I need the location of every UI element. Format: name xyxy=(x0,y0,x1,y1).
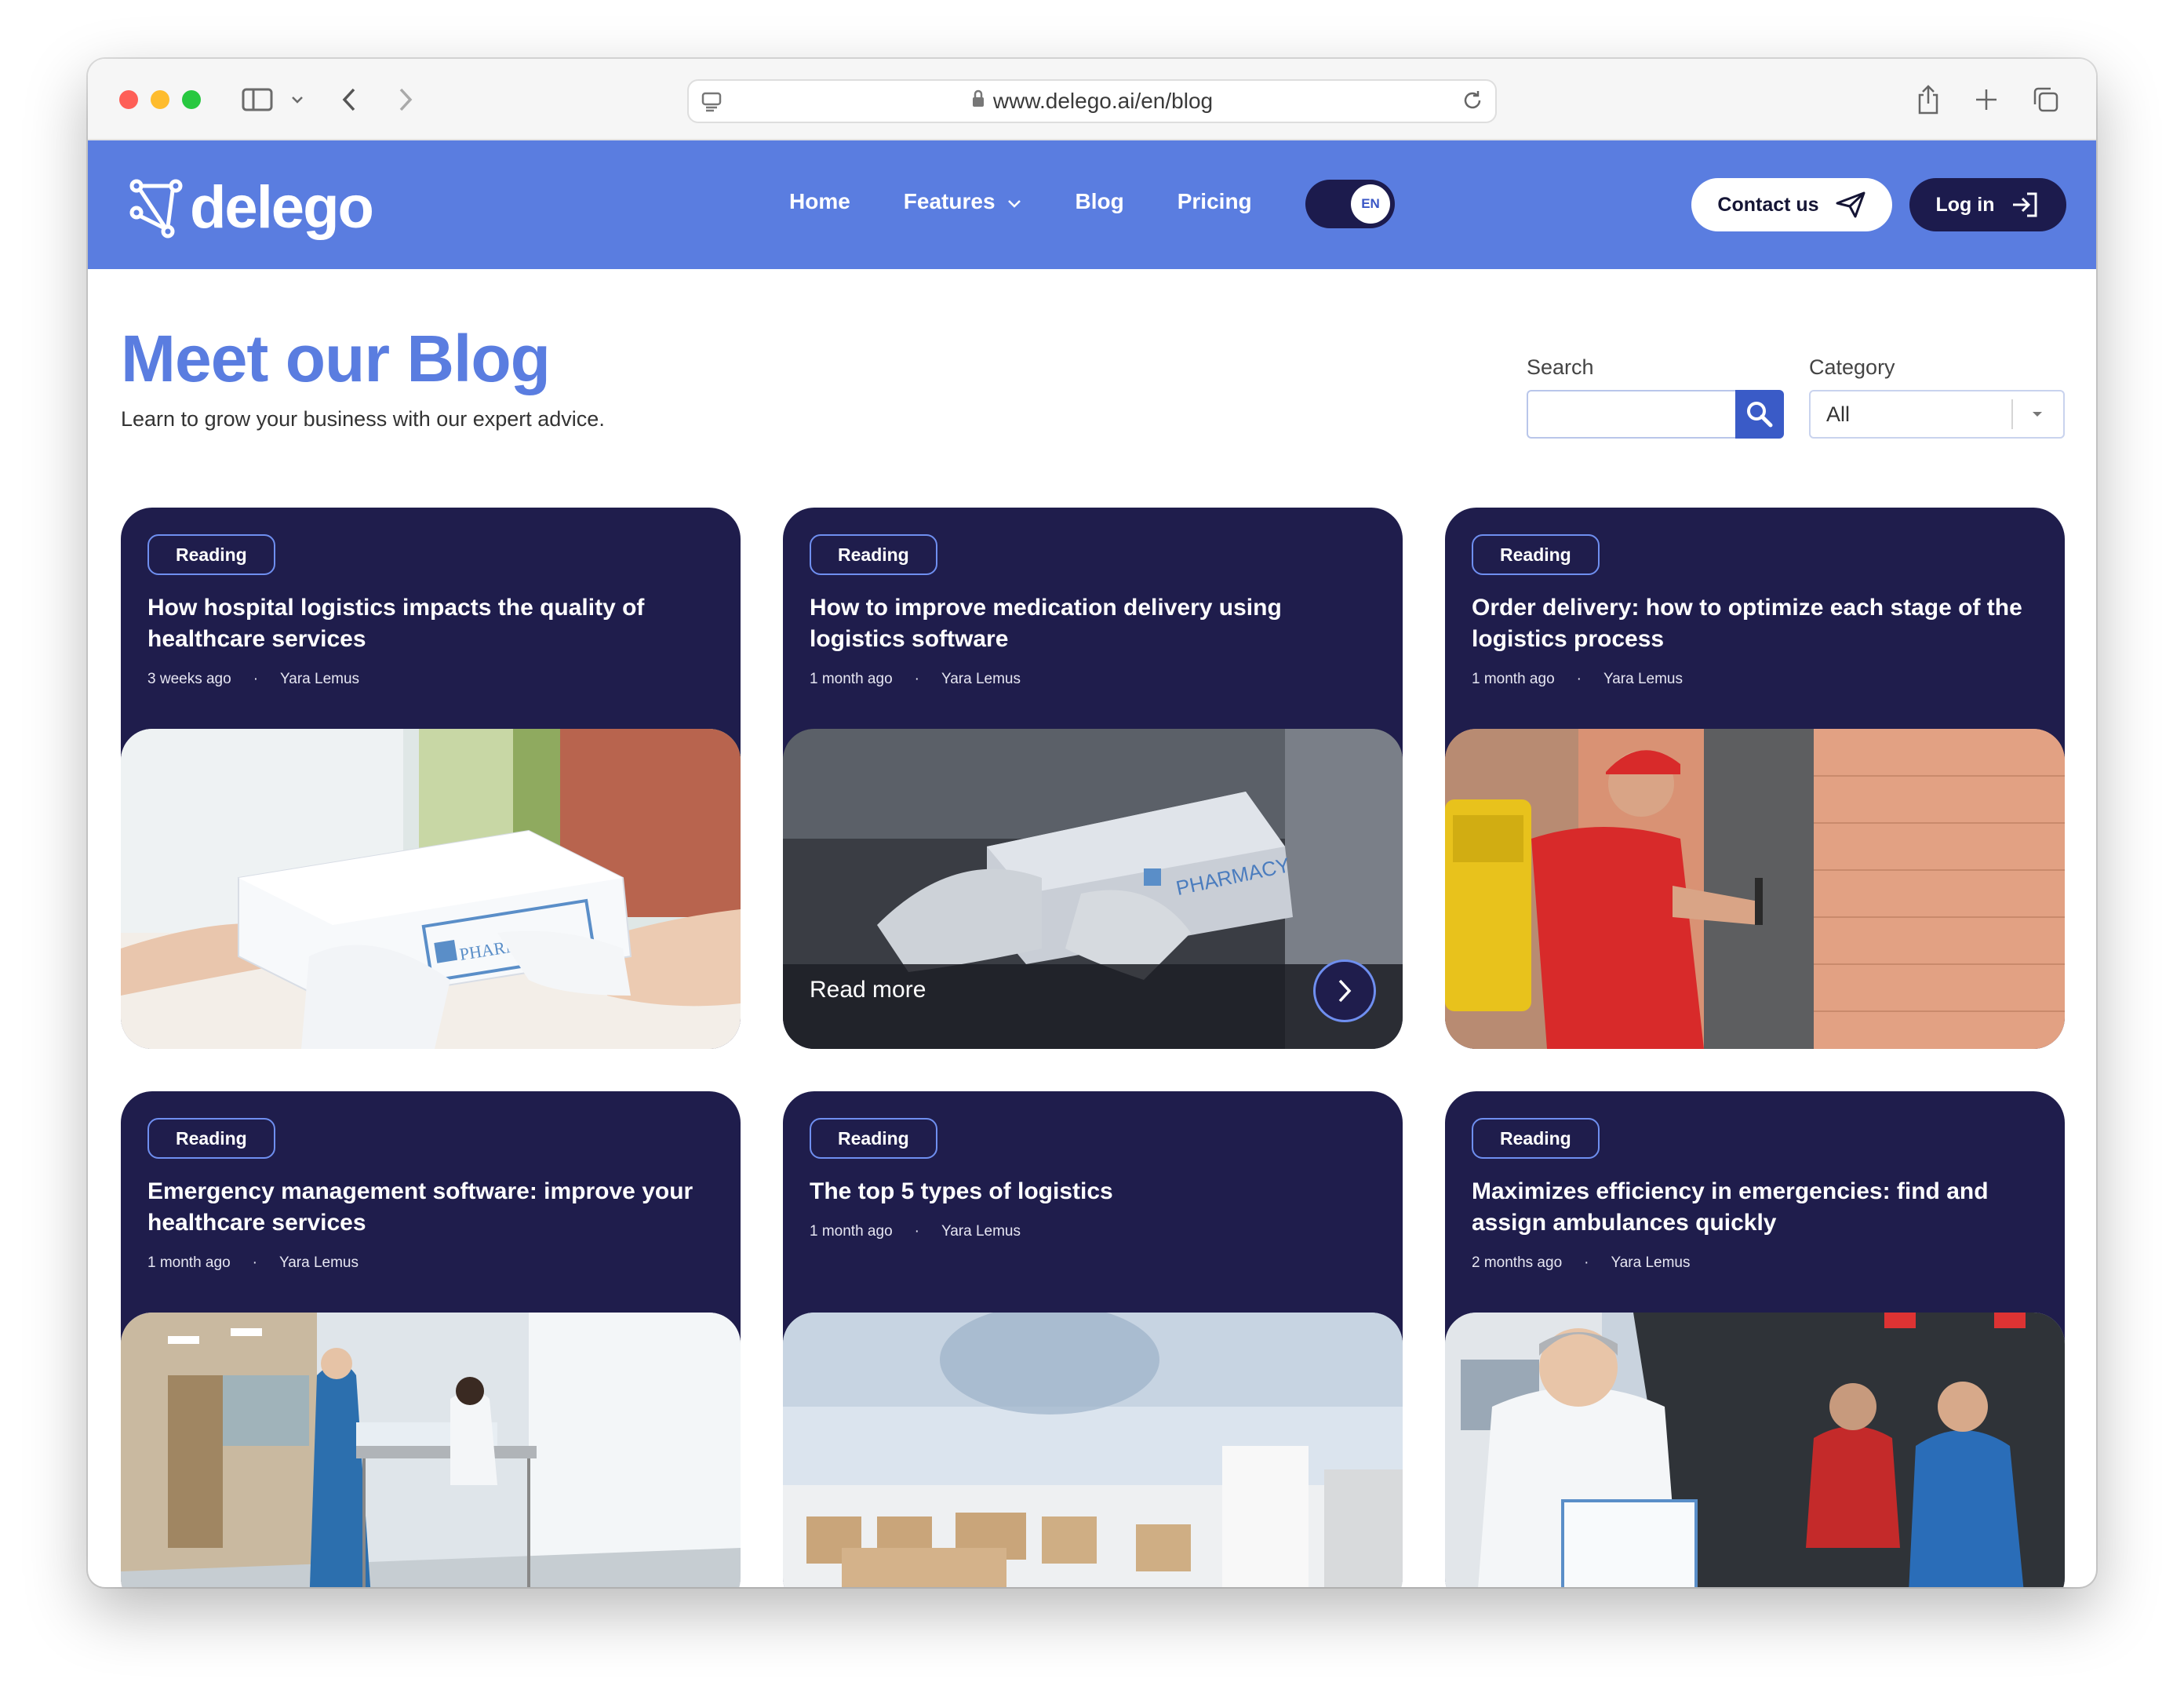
browser-window: www.delego.ai/en/blog delego Home Featur… xyxy=(88,59,2096,1587)
address-bar[interactable]: www.delego.ai/en/blog xyxy=(687,79,1497,123)
language-toggle[interactable]: EN xyxy=(1305,180,1395,228)
nav-features-label: Features xyxy=(903,189,996,213)
page-menu-icon[interactable] xyxy=(700,90,723,119)
card-title[interactable]: Emergency management software: improve y… xyxy=(147,1176,704,1239)
tab-overview-icon[interactable] xyxy=(2032,86,2060,114)
blog-card[interactable]: Reading How to improve medication delive… xyxy=(783,508,1403,1049)
back-arrow-icon[interactable] xyxy=(340,86,358,114)
card-meta: 3 weeks ago · Yara Lemus xyxy=(147,671,359,688)
card-meta: 1 month ago · Yara Lemus xyxy=(810,671,1021,688)
blog-card[interactable]: Reading The top 5 types of logistics 1 m… xyxy=(783,1091,1403,1587)
card-image-courier-delivery[interactable] xyxy=(1445,729,2065,1049)
log-in-button[interactable]: Log in xyxy=(1909,178,2066,231)
category-value: All xyxy=(1826,402,1851,426)
search-button[interactable] xyxy=(1735,390,1784,439)
browser-toolbar: www.delego.ai/en/blog xyxy=(88,59,2096,140)
main-nav: Home Features Blog Pricing xyxy=(789,189,1305,214)
chevron-right-icon xyxy=(1338,979,1352,1003)
blog-card[interactable]: Reading Order delivery: how to optimize … xyxy=(1445,508,2065,1049)
forward-arrow-icon[interactable] xyxy=(397,86,414,114)
category-label: Category xyxy=(1809,355,1895,379)
card-meta: 1 month ago · Yara Lemus xyxy=(810,1223,1021,1240)
url-text: www.delego.ai/en/blog xyxy=(992,89,1214,113)
send-icon xyxy=(1836,191,1866,218)
card-author: Yara Lemus xyxy=(278,1254,359,1271)
category-badge[interactable]: Reading xyxy=(147,1118,275,1159)
category-badge[interactable]: Reading xyxy=(1472,534,1600,575)
card-title[interactable]: How to improve medication delivery using… xyxy=(810,592,1367,655)
language-knob: EN xyxy=(1351,184,1390,224)
select-divider xyxy=(2011,399,2013,429)
card-date: 1 month ago xyxy=(147,1254,231,1271)
page-subtitle: Learn to grow your business with our exp… xyxy=(121,407,605,431)
login-icon xyxy=(2013,192,2037,217)
card-date: 1 month ago xyxy=(810,671,893,687)
lock-icon xyxy=(971,89,985,114)
nav-blog[interactable]: Blog xyxy=(1076,189,1124,214)
chevron-down-icon xyxy=(1006,189,1022,214)
meta-separator: · xyxy=(252,1254,257,1271)
card-image-hospital-corridor[interactable] xyxy=(121,1313,741,1587)
nav-pricing[interactable]: Pricing xyxy=(1178,189,1252,214)
search-icon xyxy=(1747,402,1773,428)
card-author: Yara Lemus xyxy=(941,1223,1021,1240)
search-input[interactable] xyxy=(1527,390,1737,439)
caret-down-icon xyxy=(2033,412,2042,417)
contact-us-label: Contact us xyxy=(1717,193,1819,216)
category-badge[interactable]: Reading xyxy=(810,534,937,575)
card-author: Yara Lemus xyxy=(1603,671,1683,687)
page-title: Meet our Blog xyxy=(121,322,551,395)
log-in-label: Log in xyxy=(1935,193,1995,216)
card-meta: 1 month ago · Yara Lemus xyxy=(1472,671,1683,688)
meta-separator: · xyxy=(914,671,919,687)
nav-features[interactable]: Features xyxy=(904,189,1022,214)
card-author: Yara Lemus xyxy=(941,671,1021,687)
card-title[interactable]: The top 5 types of logistics xyxy=(810,1176,1367,1207)
blog-card[interactable]: Reading Maximizes efficiency in emergenc… xyxy=(1445,1091,2065,1587)
card-date: 3 weeks ago xyxy=(147,671,231,687)
minimize-window-button[interactable] xyxy=(151,90,169,109)
site-header: delego Home Features Blog Pricing EN Con… xyxy=(88,140,2096,269)
read-more-button[interactable] xyxy=(1313,959,1376,1022)
card-author: Yara Lemus xyxy=(1611,1254,1691,1271)
card-meta: 1 month ago · Yara Lemus xyxy=(147,1254,359,1272)
read-more-link[interactable]: Read more xyxy=(810,977,926,1003)
zoom-window-button[interactable] xyxy=(182,90,201,109)
card-meta: 2 months ago · Yara Lemus xyxy=(1472,1254,1691,1272)
card-title[interactable]: Maximizes efficiency in emergencies: fin… xyxy=(1472,1176,2029,1239)
blog-card[interactable]: Reading Emergency management software: i… xyxy=(121,1091,741,1587)
card-image-ambulance-team[interactable] xyxy=(1445,1313,2065,1587)
sidebar-toggle-icon[interactable] xyxy=(242,86,273,114)
blog-card[interactable]: Reading How hospital logistics impacts t… xyxy=(121,508,741,1049)
card-title[interactable]: How hospital logistics impacts the quali… xyxy=(147,592,704,655)
meta-separator: · xyxy=(253,671,259,687)
reload-icon[interactable] xyxy=(1461,89,1484,118)
chevron-down-icon[interactable] xyxy=(290,86,304,114)
meta-separator: · xyxy=(914,1223,919,1240)
close-window-button[interactable] xyxy=(119,90,138,109)
category-badge[interactable]: Reading xyxy=(147,534,275,575)
category-badge[interactable]: Reading xyxy=(810,1118,937,1159)
card-image-warehouse-boxes[interactable] xyxy=(783,1313,1403,1587)
brand-logo[interactable]: delego xyxy=(129,173,374,242)
card-date: 1 month ago xyxy=(1472,671,1555,687)
category-badge[interactable]: Reading xyxy=(1472,1118,1600,1159)
card-title[interactable]: Order delivery: how to optimize each sta… xyxy=(1472,592,2029,655)
card-date: 2 months ago xyxy=(1472,1254,1563,1271)
new-tab-plus-icon[interactable] xyxy=(1974,86,1999,114)
contact-us-button[interactable]: Contact us xyxy=(1691,178,1892,231)
search-label: Search xyxy=(1527,355,1594,379)
nav-home[interactable]: Home xyxy=(789,189,850,214)
brand-name: delego xyxy=(190,174,374,241)
card-author: Yara Lemus xyxy=(280,671,360,687)
card-date: 1 month ago xyxy=(810,1223,893,1240)
category-select[interactable]: All xyxy=(1809,390,2065,439)
logo-mark-icon xyxy=(129,179,183,238)
meta-separator: · xyxy=(1576,671,1582,687)
card-image-pharmacy-handoff[interactable]: PHARMACY xyxy=(121,729,741,1049)
share-icon[interactable] xyxy=(1916,85,1941,115)
meta-separator: · xyxy=(1584,1254,1589,1271)
